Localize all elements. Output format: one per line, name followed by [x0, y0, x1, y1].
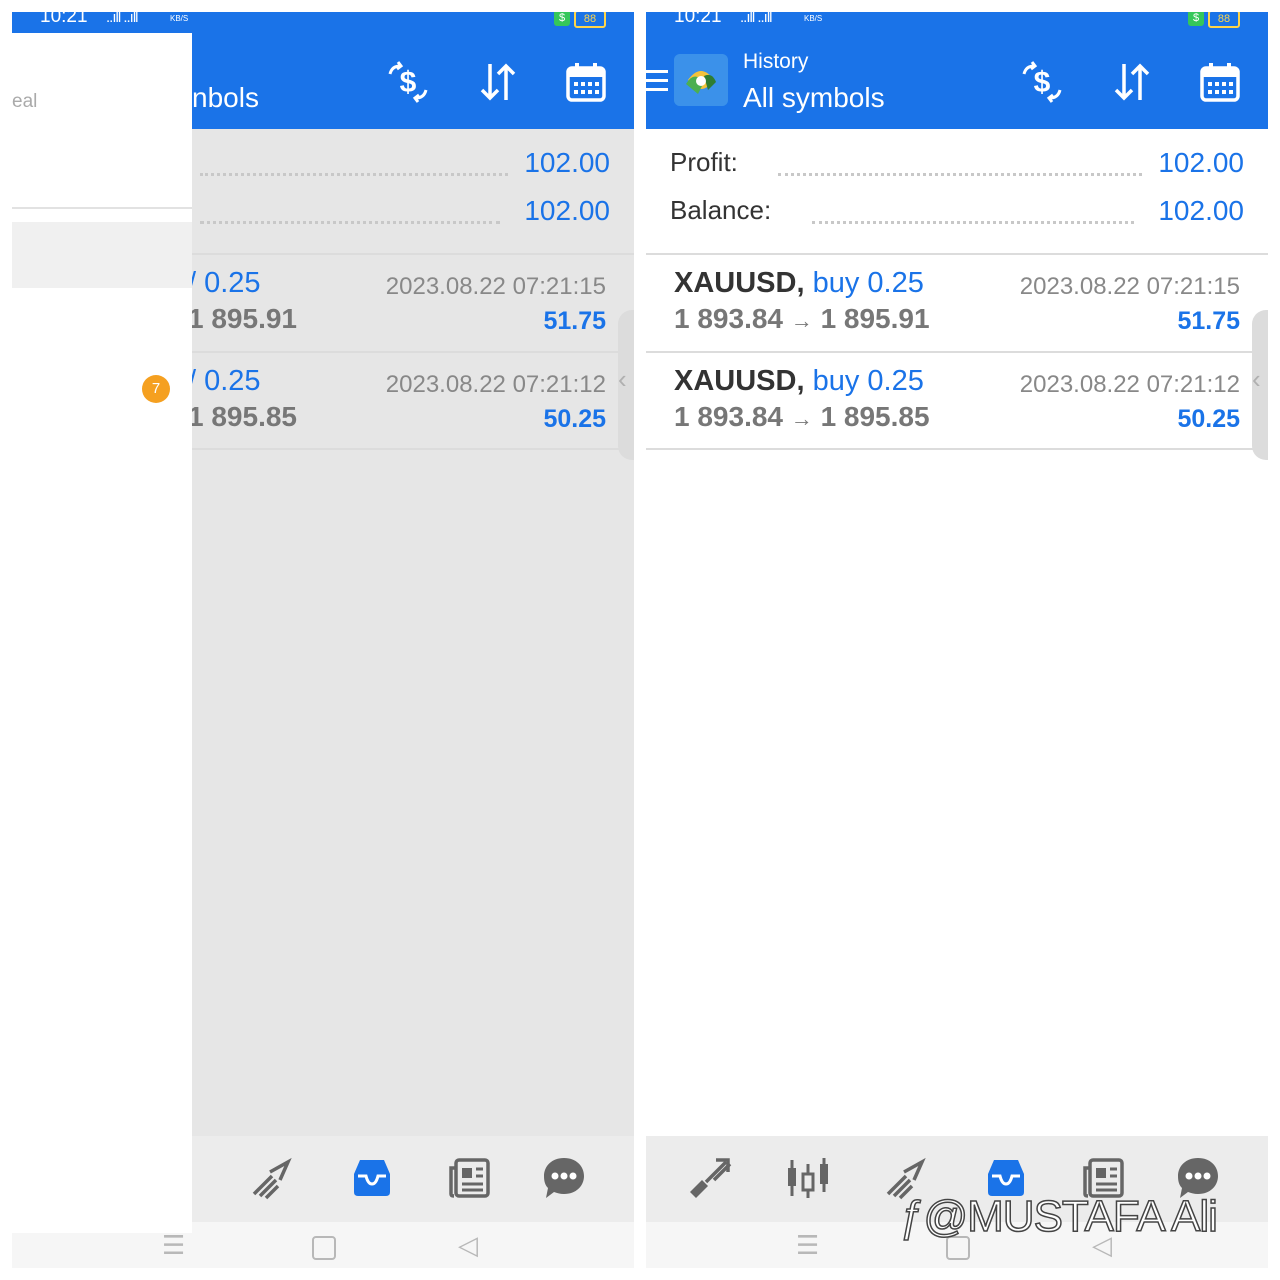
calendar-icon[interactable]: [564, 60, 608, 104]
menu-icon[interactable]: [646, 70, 668, 92]
quotes-icon[interactable]: [686, 1154, 734, 1202]
news-icon[interactable]: [446, 1154, 494, 1202]
drawer-item-label: eal: [12, 91, 38, 112]
deal-close-price: 1 895.85: [820, 401, 930, 432]
screenshot-right: 10:21 ..ıll ..ıll KB/S $ 88 History All …: [646, 12, 1268, 1268]
dot-leader: [778, 173, 1142, 176]
deal-row[interactable]: XAUUSD, buy 0.25 1 893.84 → 1 895.85 202…: [646, 353, 1268, 449]
shield-icon: $: [1188, 12, 1204, 26]
deal-direction: / 0.25: [188, 267, 261, 299]
deal-profit: 51.75: [1177, 307, 1240, 335]
deal-profit: 50.25: [1177, 405, 1240, 433]
battery-icon: 88: [1208, 12, 1240, 28]
chevron-left-icon: ‹: [1252, 364, 1261, 394]
summary: Profit: 102.00 Balance: 102.00: [646, 129, 1268, 253]
dot-leader: [812, 221, 1134, 224]
shield-icon: $: [554, 12, 570, 26]
status-bar: 10:21 ..ıll ..ıll KB/S $ 88: [12, 12, 634, 30]
page-subtitle: History: [743, 50, 809, 73]
deal-time: 2023.08.22 07:21:12: [1019, 371, 1240, 398]
signal-icon: ..ıll ..ıll: [106, 12, 139, 26]
status-time: 10:21: [674, 12, 722, 27]
history-icon[interactable]: [348, 1154, 396, 1202]
profit-label: Profit:: [670, 147, 738, 177]
arrow-right-icon: →: [790, 308, 813, 333]
app-bar: History All symbols $: [646, 30, 1268, 129]
facebook-icon: ƒ: [899, 1191, 925, 1242]
deal-close-price: 1 895.91: [820, 303, 930, 334]
deal-symbol: XAUUSD,: [674, 365, 805, 397]
deposit-currency-icon[interactable]: $: [1020, 60, 1064, 104]
navigation-drawer: eal 7: [12, 33, 192, 1233]
status-time: 10:21: [40, 12, 88, 27]
dot-leader: [200, 221, 500, 224]
metatrader-logo-icon: [674, 54, 728, 106]
page-title[interactable]: All symbols: [743, 82, 885, 114]
deal-row[interactable]: XAUUSD, buy 0.25 1 893.84 → 1 895.91 202…: [646, 255, 1268, 351]
balance-value: 102.00: [1158, 195, 1244, 226]
chart-icon[interactable]: [784, 1154, 832, 1202]
sort-icon[interactable]: [476, 60, 520, 104]
deal-open-price: 1 893.84: [674, 303, 783, 334]
status-bar: 10:21 ..ıll ..ıll KB/S $ 88: [646, 12, 1268, 30]
drawer-selected-item[interactable]: [12, 222, 192, 288]
watermark-text: @MUSTAFA Ali: [923, 1191, 1219, 1242]
chevron-left-icon: ‹: [618, 364, 627, 394]
watermark: ƒ@MUSTAFA Ali: [899, 1191, 1219, 1242]
menu-key-icon[interactable]: ☰: [796, 1230, 819, 1261]
deal-close-price: 1 895.91: [188, 303, 297, 334]
balance-value: 102.00: [524, 195, 610, 226]
deal-direction: / 0.25: [188, 365, 261, 397]
deal-profit: 50.25: [543, 405, 606, 433]
svg-text:$: $: [1034, 66, 1051, 99]
profit-value: 102.00: [1158, 147, 1244, 178]
deal-close-price: 1 895.85: [188, 401, 297, 432]
signal-icon: ..ıll ..ıll: [740, 12, 773, 26]
deal-time: 2023.08.22 07:21:15: [1019, 273, 1240, 300]
balance-label: Balance:: [670, 195, 772, 225]
notification-badge: 7: [142, 375, 170, 403]
deposit-currency-icon[interactable]: $: [386, 60, 430, 104]
screenshot-left: 10:21 ..ıll ..ıll KB/S $ 88 nbols $ 102.…: [12, 12, 634, 1268]
deal-symbol: XAUUSD,: [674, 267, 805, 299]
home-key-icon[interactable]: [312, 1236, 336, 1260]
back-key-icon[interactable]: ◁: [458, 1230, 478, 1261]
calendar-icon[interactable]: [1198, 60, 1242, 104]
speed-unit: KB/S: [170, 14, 189, 23]
profit-value: 102.00: [524, 147, 610, 178]
arrow-right-icon: →: [790, 406, 813, 431]
svg-text:$: $: [400, 66, 417, 99]
deal-time: 2023.08.22 07:21:15: [385, 273, 606, 300]
deal-direction: buy 0.25: [812, 365, 924, 397]
deal-profit: 51.75: [543, 307, 606, 335]
divider: [646, 448, 1268, 450]
sort-icon[interactable]: [1110, 60, 1154, 104]
battery-icon: 88: [574, 12, 606, 28]
side-panel-handle[interactable]: ‹: [1252, 310, 1268, 460]
side-panel-handle[interactable]: ‹: [618, 310, 634, 460]
drawer-divider: [12, 207, 192, 209]
trade-icon[interactable]: [248, 1154, 296, 1202]
speed-unit: KB/S: [804, 14, 823, 23]
dot-leader: [200, 173, 508, 176]
menu-key-icon[interactable]: ☰: [162, 1230, 185, 1261]
deal-open-price: 1 893.84: [674, 401, 783, 432]
chat-icon[interactable]: [540, 1154, 588, 1202]
deal-time: 2023.08.22 07:21:12: [385, 371, 606, 398]
page-title: nbols: [192, 82, 259, 113]
deal-direction: buy 0.25: [812, 267, 924, 299]
